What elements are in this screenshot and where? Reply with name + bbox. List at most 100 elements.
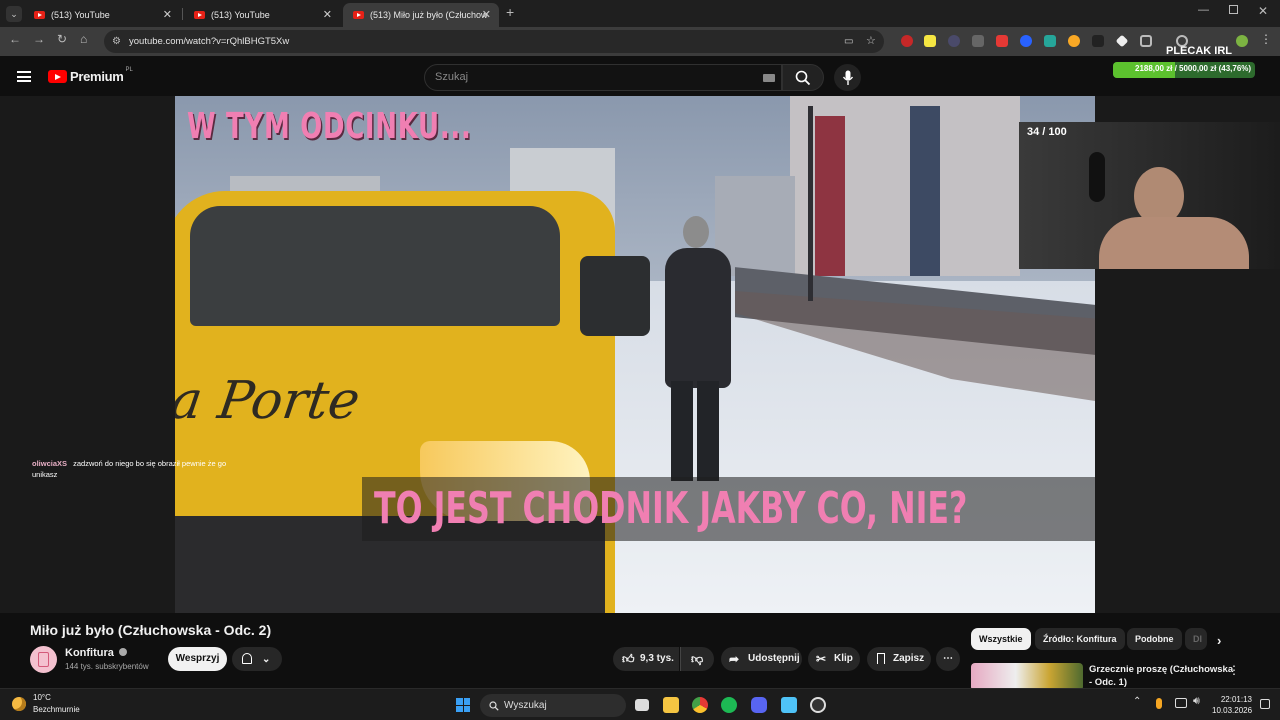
menu-kebab-icon[interactable]: ⋮ (1260, 32, 1272, 46)
youtube-favicon-icon (353, 11, 364, 19)
notification-center-icon[interactable] (1260, 699, 1270, 709)
share-icon: ➦ (729, 652, 740, 666)
extension-icon[interactable] (924, 35, 936, 47)
task-view-icon[interactable] (635, 699, 649, 711)
site-info-icon[interactable]: ⚙ (112, 30, 121, 53)
tab-title: (513) Miło już było (Człuchowsk (370, 10, 488, 20)
tab-list-button[interactable]: ⌄ (6, 6, 22, 22)
tab-title: (513) YouTube (211, 10, 270, 20)
hamburger-menu-icon[interactable] (17, 71, 31, 82)
recommendation-menu-icon[interactable]: ⋮ (1228, 663, 1240, 677)
person (663, 216, 733, 486)
thumbs-down-icon: 👎︎ (691, 652, 704, 666)
support-button[interactable]: Wesprzyj (168, 647, 227, 671)
more-actions-button[interactable]: ⋯ (936, 647, 960, 671)
voice-search-button[interactable] (834, 64, 861, 91)
chip-more[interactable]: Dl (1185, 628, 1207, 650)
clip-label: Klip (834, 653, 853, 664)
streamer-body (1099, 217, 1249, 269)
clock[interactable]: 22:01:13 10.03.2026 (1212, 694, 1252, 716)
search-icon (489, 701, 499, 711)
webcam-overlay: 34 / 100 (1019, 122, 1280, 269)
chevron-right-icon[interactable]: › (1217, 633, 1221, 648)
close-window-button[interactable]: ✕ (1258, 4, 1268, 18)
webcam-counter: 34 / 100 (1027, 126, 1067, 138)
search-input[interactable]: Szukaj (424, 64, 782, 91)
donation-progress-text: 2188,00 zł / 5000,00 zł (43,76%) (1135, 64, 1252, 73)
network-icon[interactable] (1175, 698, 1187, 708)
taskbar-search-label: Wyszukaj (504, 700, 547, 711)
extension-icon[interactable] (1092, 35, 1104, 47)
extension-icon[interactable] (1115, 34, 1129, 48)
notepad-icon[interactable] (781, 697, 797, 713)
channel-name[interactable]: Konfitura (65, 647, 127, 659)
install-app-icon[interactable]: ▭ (844, 30, 853, 53)
obs-icon[interactable] (810, 697, 826, 713)
spotify-icon[interactable] (721, 697, 737, 713)
extensions-puzzle-icon[interactable] (1140, 35, 1152, 47)
recommended-video-thumbnail[interactable] (971, 663, 1083, 691)
volume-icon[interactable]: 🔊︎ (1193, 695, 1200, 708)
video-player[interactable]: a Porte W TYM ODCINKU... TO JEST CHODNIK… (175, 96, 1095, 613)
taskbar-search[interactable]: Wyszukaj (480, 694, 626, 717)
discord-icon[interactable] (751, 697, 767, 713)
chevron-down-icon: ⌄ (262, 654, 271, 665)
chrome-icon[interactable] (692, 697, 708, 713)
close-tab-icon[interactable]: ✕ (323, 8, 332, 21)
forward-icon[interactable]: → (33, 32, 45, 46)
extension-icon[interactable] (1020, 35, 1032, 47)
extension-icon[interactable] (972, 35, 984, 47)
tab-separator (182, 8, 183, 20)
building-accent (910, 106, 940, 276)
clip-button[interactable]: ✂ Klip (808, 647, 860, 671)
browser-tab-2[interactable]: (513) YouTube ✕ (184, 3, 340, 27)
extension-icon[interactable] (1068, 35, 1080, 47)
share-label: Udostępnij (748, 653, 800, 664)
back-icon[interactable]: ← (9, 32, 21, 46)
dislike-button[interactable]: 👎︎ (680, 647, 714, 671)
search-button[interactable] (782, 64, 824, 91)
street-lamp (808, 106, 813, 301)
weather-temp: 10°C (33, 693, 51, 702)
browser-tab-3-active[interactable]: (513) Miło już było (Człuchowsk ✕ (343, 3, 499, 27)
show-hidden-icons[interactable]: ⌃ (1133, 696, 1141, 707)
scissors-icon: ✂ (816, 652, 827, 666)
close-tab-icon[interactable]: ✕ (482, 8, 491, 21)
bookmark-star-icon[interactable]: ☆ (866, 30, 876, 53)
youtube-favicon-icon (34, 11, 45, 19)
pdf-extension-icon[interactable] (996, 35, 1008, 47)
share-button[interactable]: ➦ Udostępnij (721, 647, 802, 671)
save-label: Zapisz (893, 653, 925, 664)
avatar-icon[interactable] (1236, 35, 1248, 47)
reload-icon[interactable]: ↻ (57, 32, 67, 46)
browser-tab-bar: ⌄ (513) YouTube ✕ (513) YouTube ✕ (513) … (0, 0, 1280, 27)
youtube-header: Premium PL Szukaj (0, 56, 1280, 96)
extension-icon[interactable] (1044, 35, 1056, 47)
van-text: a Porte (175, 371, 364, 431)
keyboard-icon[interactable] (763, 74, 775, 82)
browser-tab-1[interactable]: (513) YouTube ✕ (24, 3, 180, 27)
like-button[interactable]: 👍︎ 9,3 tys. (613, 647, 679, 671)
home-icon[interactable]: ⌂ (80, 32, 87, 46)
save-button[interactable]: Zapisz (867, 647, 931, 671)
microphone-tray-icon[interactable] (1156, 698, 1162, 709)
channel-avatar[interactable] (30, 646, 57, 673)
chip-related[interactable]: Podobne (1127, 628, 1182, 650)
extension-icon[interactable] (948, 35, 960, 47)
file-explorer-icon[interactable] (663, 697, 679, 713)
youtube-logo[interactable]: Premium PL (48, 67, 133, 84)
close-tab-icon[interactable]: ✕ (163, 8, 172, 21)
chip-from-channel[interactable]: Źródło: Konfitura (1035, 628, 1125, 650)
minimize-window-button[interactable]: — (1198, 4, 1209, 16)
url-text: youtube.com/watch?v=rQhlBHGT5Xw (129, 36, 290, 47)
new-tab-button[interactable]: + (506, 4, 514, 20)
maximize-window-button[interactable] (1229, 5, 1238, 14)
weather-desc: Bezchmurnie (33, 705, 80, 714)
start-button[interactable] (456, 698, 470, 712)
url-bar[interactable]: ⚙ youtube.com/watch?v=rQhlBHGT5Xw ▭ ☆ (104, 30, 884, 53)
chip-all[interactable]: Wszystkie (971, 628, 1031, 650)
windows-taskbar: 10°C Bezchmurnie Wyszukaj ⌃ 🔊︎ 22:01:13 … (0, 688, 1280, 720)
extension-icon[interactable] (901, 35, 913, 47)
clock-time: 22:01:13 (1220, 695, 1252, 704)
notification-bell-button[interactable]: ⌄ (232, 647, 282, 671)
